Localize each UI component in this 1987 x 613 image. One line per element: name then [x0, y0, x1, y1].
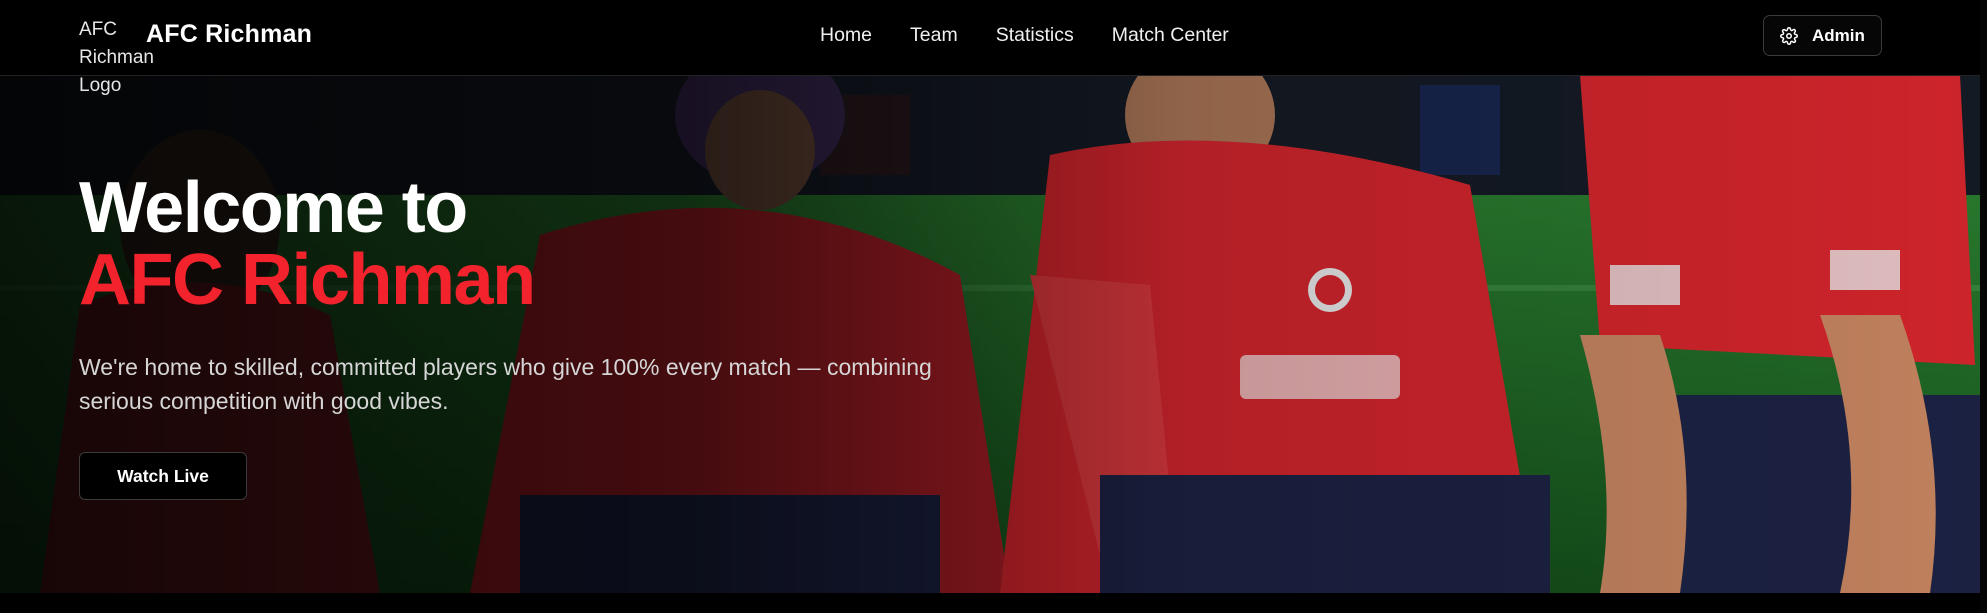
- hero-subtitle: We're home to skilled, committed players…: [79, 354, 932, 414]
- admin-button-label: Admin: [1812, 25, 1865, 45]
- hero-title-line2: AFC Richman: [79, 240, 536, 320]
- nav-link-statistics[interactable]: Statistics: [996, 24, 1074, 47]
- nav-link-home[interactable]: Home: [820, 24, 872, 47]
- nav-link-match-center[interactable]: Match Center: [1112, 24, 1229, 47]
- brand-title[interactable]: AFC Richman: [146, 20, 312, 49]
- admin-button[interactable]: Admin: [1763, 15, 1882, 56]
- main-nav: Home Team Statistics Match Center: [820, 24, 1267, 47]
- hero-bottom-band: [0, 593, 1987, 613]
- hero-content: Welcome to AFC Richman We're home to ski…: [79, 172, 979, 500]
- watch-live-button[interactable]: Watch Live: [79, 452, 247, 500]
- right-edge-strip: [1980, 0, 1987, 613]
- top-navbar: AFC Richman Logo AFC Richman Home Team S…: [0, 0, 1987, 96]
- hero-title-line1: Welcome to: [79, 168, 468, 248]
- gear-icon: [1780, 26, 1798, 45]
- page: AFC Richman Logo AFC Richman Home Team S…: [0, 0, 1987, 613]
- nav-link-team[interactable]: Team: [910, 24, 958, 47]
